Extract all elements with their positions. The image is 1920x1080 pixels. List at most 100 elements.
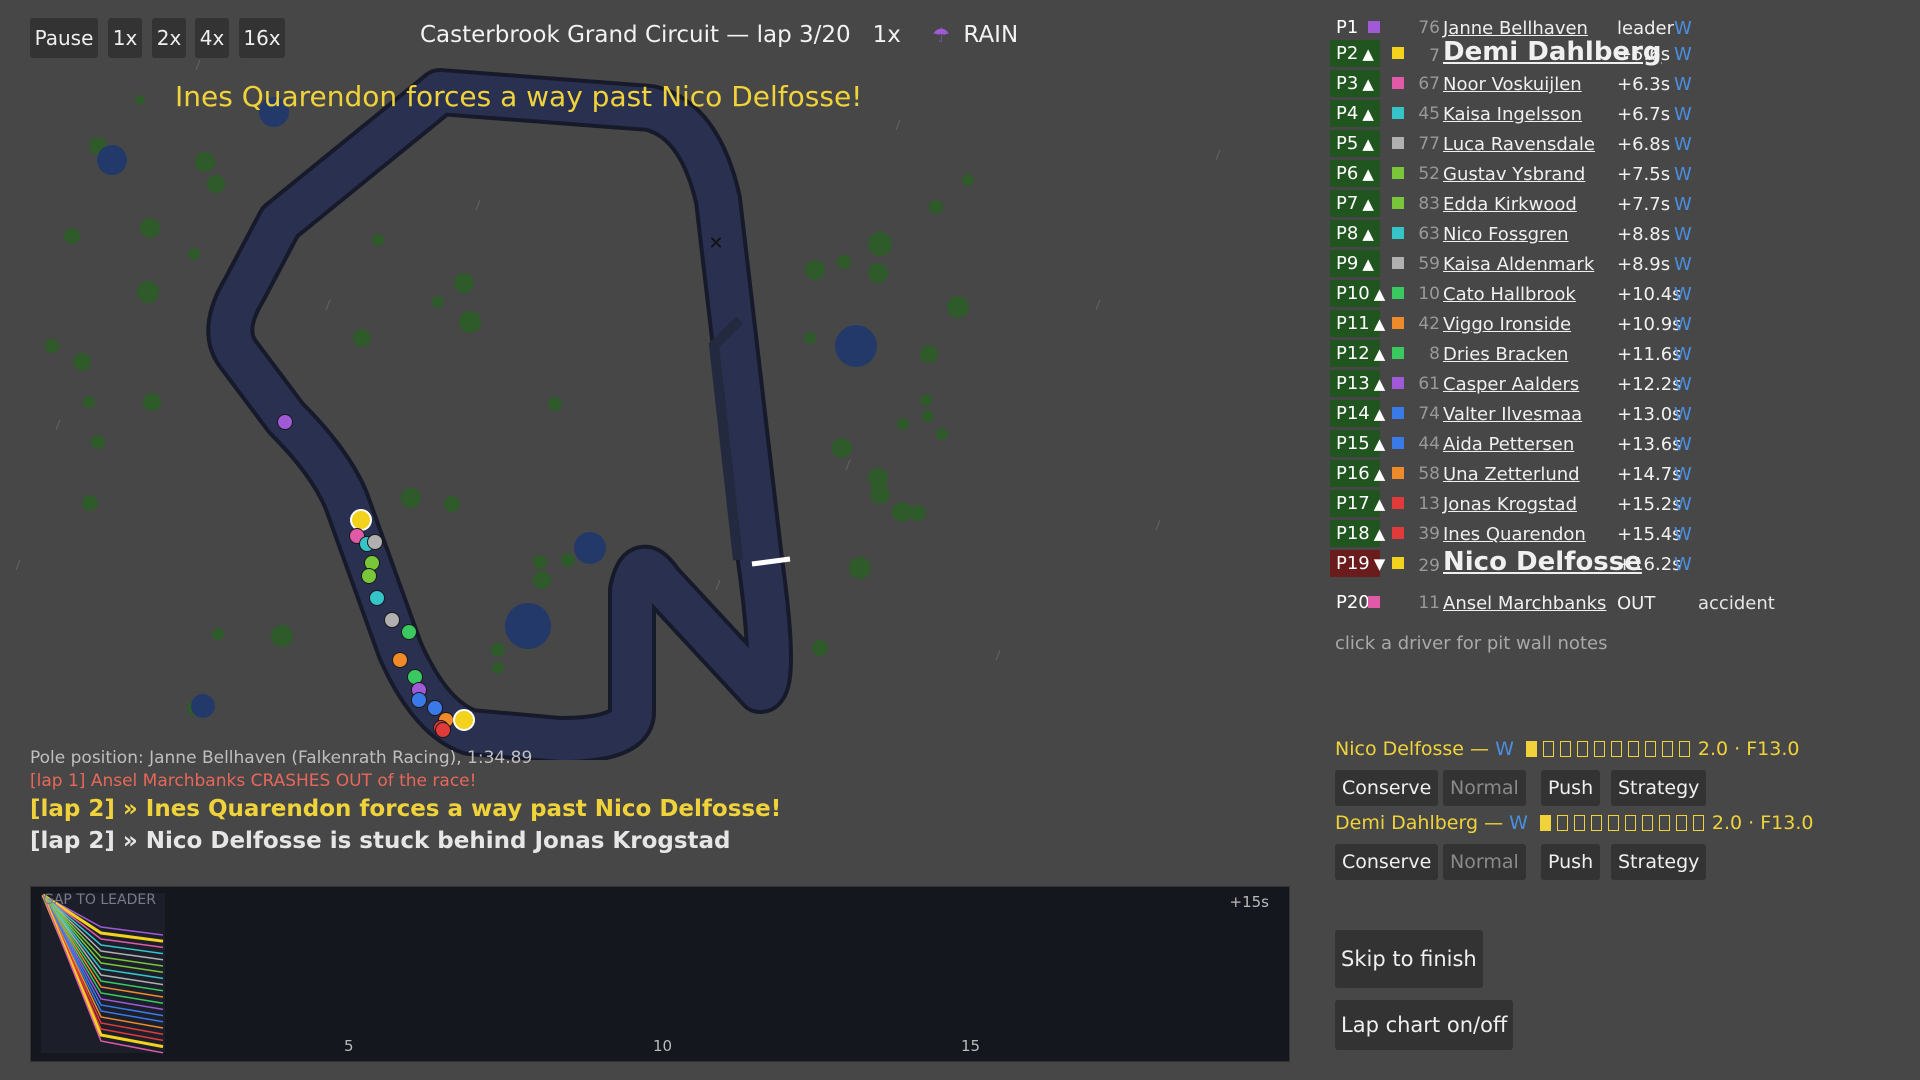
normal-mode-button[interactable]: Normal [1443, 844, 1526, 880]
driver-name-link[interactable]: Nico Delfosse [1443, 547, 1642, 577]
position-label: P12 [1336, 343, 1370, 364]
arrow-up-icon: ▲ [1362, 75, 1374, 93]
gap-value: +13.6s [1617, 434, 1682, 455]
position-cell: P10 ▲ [1330, 280, 1385, 307]
position-cell: P15 ▲ [1330, 430, 1385, 457]
car-number: 83 [1418, 194, 1440, 214]
scenery [45, 95, 974, 718]
team-color-swatch [1392, 467, 1404, 479]
car-number: 29 [1418, 556, 1440, 576]
tyre-compound: accident [1698, 593, 1775, 614]
tyre-wear-box [1607, 815, 1619, 831]
car-number: 13 [1418, 494, 1440, 514]
tyre-wear-box [1590, 815, 1602, 831]
arrow-up-icon: ▲ [1373, 525, 1386, 543]
tyre-compound: W [1674, 524, 1692, 545]
gap-value: OUT [1617, 593, 1656, 614]
strategy-mode-button[interactable]: Strategy [1611, 844, 1707, 880]
driver-name-link[interactable]: Noor Voskuijlen [1443, 74, 1582, 95]
tyre-compound: W [1674, 344, 1692, 365]
arrow-up-icon: ▲ [1373, 345, 1386, 363]
driver-name-link[interactable]: Cato Hallbrook [1443, 284, 1576, 305]
car-marker [350, 509, 372, 531]
position-label: P5 [1336, 133, 1359, 154]
pit-wall-driver-line: Nico Delfosse — W 2.0 · F13.0 [1335, 738, 1799, 760]
arrow-up-icon: ▲ [1373, 285, 1386, 303]
tyre-compound: W [1509, 812, 1528, 834]
gap-value: +8.9s [1617, 254, 1671, 275]
car-number: 61 [1418, 374, 1440, 394]
tyre-compound: W [1674, 18, 1692, 39]
arrow-up-icon: ▲ [1373, 405, 1386, 423]
position-label: P17 [1336, 493, 1370, 514]
driver-name-link[interactable]: Gustav Ysbrand [1443, 164, 1585, 185]
driver-name-link[interactable]: Kaisa Ingelsson [1443, 104, 1582, 125]
position-label: P13 [1336, 373, 1370, 394]
driver-name-link[interactable]: Ines Quarendon [1443, 524, 1586, 545]
pit-wall-hint: click a driver for pit wall notes [1335, 633, 1608, 654]
gap-value: +6.8s [1617, 134, 1671, 155]
car-marker [369, 590, 385, 606]
tyre-wear-box [1610, 741, 1622, 757]
position-label: P19 [1336, 553, 1370, 574]
position-label: P8 [1336, 223, 1359, 244]
car-marker [364, 555, 380, 571]
driver-name-link[interactable]: Viggo Ironside [1443, 314, 1571, 335]
driver-name-link[interactable]: Janne Bellhaven [1443, 18, 1588, 39]
skip-to-finish-button[interactable]: Skip to finish [1335, 930, 1483, 988]
lap-chart-toggle-button[interactable]: Lap chart on/off [1335, 1000, 1514, 1050]
arrow-up-icon: ▲ [1373, 315, 1386, 333]
driver-name-link[interactable]: Aida Pettersen [1443, 434, 1574, 455]
driver-name-link[interactable]: Ansel Marchbanks [1443, 593, 1606, 614]
tyre-wear-box [1624, 815, 1636, 831]
position-cell: P3 ▲ [1330, 70, 1380, 97]
driver-name-link[interactable]: Casper Aalders [1443, 374, 1579, 395]
position-cell: P18 ▲ [1330, 520, 1385, 547]
arrow-up-icon: ▲ [1373, 465, 1386, 483]
arrow-up-icon: ▲ [1362, 165, 1374, 183]
strategy-mode-button[interactable]: Strategy [1611, 770, 1707, 806]
normal-mode-button[interactable]: Normal [1443, 770, 1526, 806]
driver-name-link[interactable]: Luca Ravensdale [1443, 134, 1595, 155]
arrow-up-icon: ▲ [1362, 105, 1374, 123]
team-color-swatch [1392, 107, 1404, 119]
gap-value: +6.7s [1617, 104, 1671, 125]
lap-chart-y-label: +15s [1229, 893, 1269, 911]
driver-name-link[interactable]: Dries Bracken [1443, 344, 1568, 365]
car-number: 59 [1418, 254, 1440, 274]
car-marker [384, 612, 400, 628]
push-mode-button[interactable]: Push [1541, 844, 1601, 880]
driver-name-link[interactable]: Una Zetterlund [1443, 464, 1580, 485]
tyre-wear-box [1542, 741, 1554, 757]
car-marker [277, 414, 293, 430]
driver-name-link[interactable]: Edda Kirkwood [1443, 194, 1577, 215]
headline-banner: Ines Quarendon forces a way past Nico De… [175, 80, 863, 113]
tyre-wear-box [1556, 815, 1568, 831]
gap-value: +7.7s [1617, 194, 1671, 215]
position-cell: P2 ▲ [1330, 40, 1380, 67]
team-color-swatch [1392, 347, 1404, 359]
gap-value: +13.0s [1617, 404, 1682, 425]
car-number: 76 [1418, 18, 1440, 38]
push-mode-button[interactable]: Push [1541, 770, 1601, 806]
position-label: P6 [1336, 163, 1359, 184]
driver-name-link[interactable]: Nico Fossgren [1443, 224, 1569, 245]
driver-name-link[interactable]: Valter Ilvesmaa [1443, 404, 1582, 425]
driver-name-link[interactable]: Jonas Krogstad [1443, 494, 1577, 515]
position-label: P2 [1336, 43, 1359, 64]
team-color-swatch [1368, 21, 1380, 33]
tyre-compound: W [1674, 134, 1692, 155]
gap-value: +6.3s [1617, 74, 1671, 95]
car-number: 44 [1418, 434, 1440, 454]
conserve-mode-button[interactable]: Conserve [1335, 770, 1439, 806]
arrow-up-icon: ▲ [1362, 255, 1374, 273]
car-marker [453, 709, 475, 731]
pit-wall-driver-line: Demi Dahlberg — W 2.0 · F13.0 [1335, 812, 1813, 834]
position-cell: P8 ▲ [1330, 220, 1380, 247]
event-line: [lap 2] » Ines Quarendon forces a way pa… [30, 796, 782, 822]
driver-name-link[interactable]: Kaisa Aldenmark [1443, 254, 1594, 275]
conserve-mode-button[interactable]: Conserve [1335, 844, 1439, 880]
team-color-swatch [1392, 287, 1404, 299]
tyre-compound: W [1674, 254, 1692, 275]
car-number: 52 [1418, 164, 1440, 184]
